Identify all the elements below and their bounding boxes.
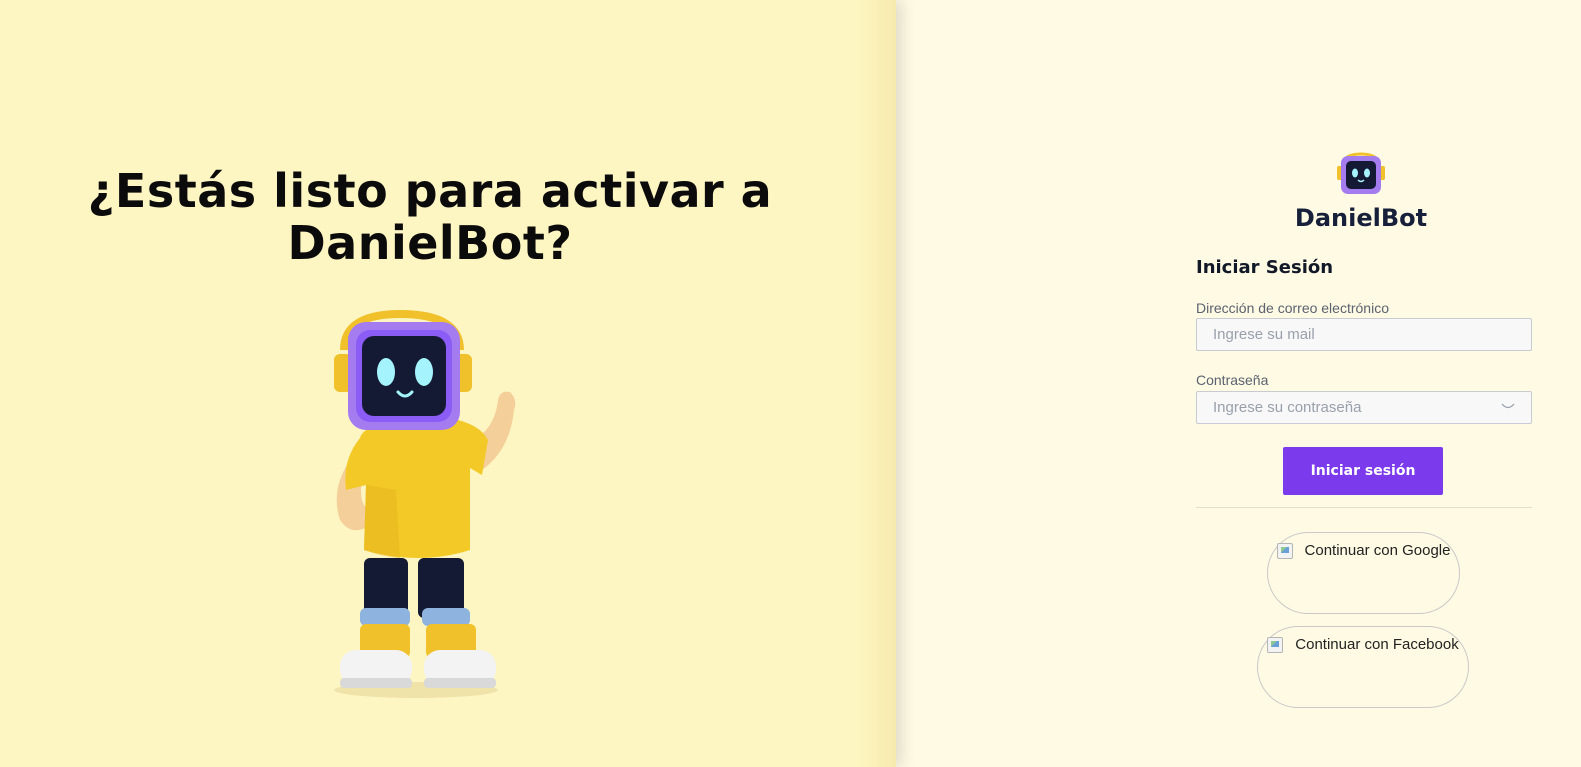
login-panel: DanielBot Iniciar Sesión Dirección de co… — [896, 0, 1581, 767]
facebook-login-button[interactable]: Continuar con Facebook — [1257, 626, 1469, 708]
google-logo-icon — [1276, 543, 1293, 559]
robot-head-logo-icon — [1337, 152, 1385, 194]
login-button[interactable]: Iniciar sesión — [1283, 447, 1443, 495]
login-title: Iniciar Sesión — [1196, 257, 1334, 278]
brand-name: DanielBot — [1294, 204, 1428, 232]
facebook-logo-icon — [1267, 637, 1284, 653]
hero-title: ¿Estás listo para activar a DanielBot? — [87, 164, 773, 270]
google-login-label: Continuar con Google — [1304, 542, 1451, 559]
facebook-login-label: Continuar con Facebook — [1295, 636, 1459, 653]
google-login-button[interactable]: Continuar con Google — [1267, 532, 1460, 614]
divider — [1196, 507, 1532, 508]
hero-panel: ¿Estás listo para activar a DanielBot? — [0, 0, 896, 767]
password-label: Contraseña — [1196, 372, 1269, 388]
robot-mascot-illustration — [334, 310, 516, 698]
eye-closed-icon[interactable] — [1498, 399, 1518, 415]
password-input[interactable] — [1196, 391, 1532, 424]
email-label: Dirección de correo electrónico — [1196, 300, 1389, 316]
email-input[interactable] — [1196, 318, 1532, 351]
